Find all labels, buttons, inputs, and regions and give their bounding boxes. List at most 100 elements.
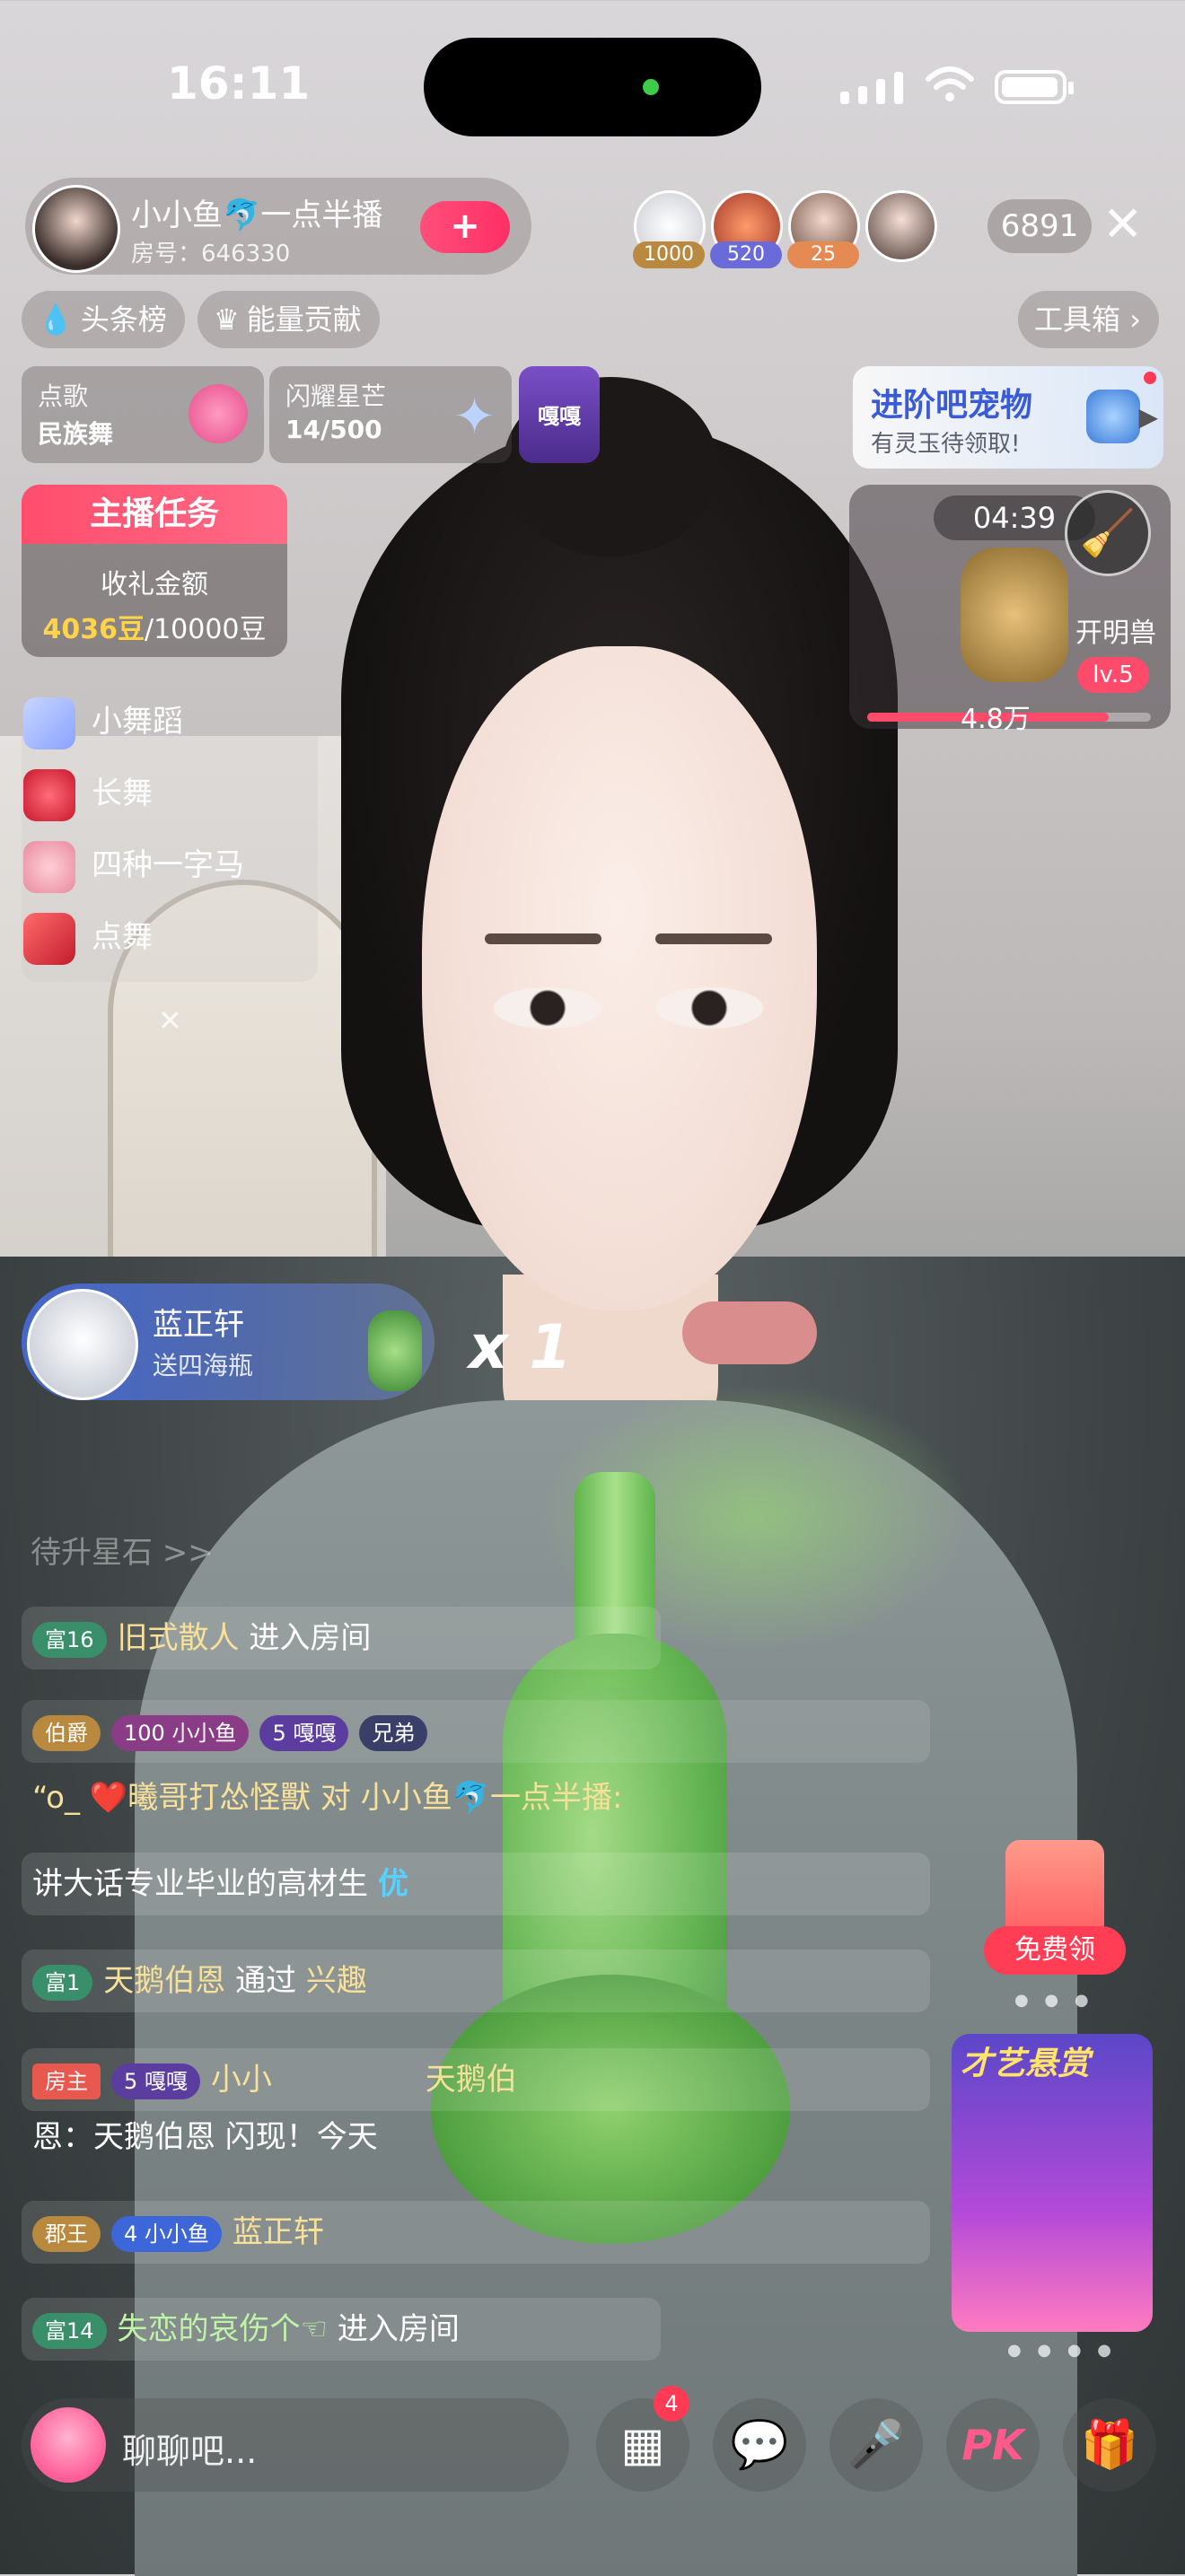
brow-right xyxy=(655,933,772,944)
chat-row-5: 富1 天鹅伯恩 通过 兴趣 xyxy=(22,1950,930,2012)
dance-item-4[interactable]: 点舞 xyxy=(23,912,153,965)
close-icon[interactable]: ✕ xyxy=(1102,197,1143,251)
toolbox-chip[interactable]: 工具箱 › xyxy=(1018,291,1159,348)
energy-contribution-chip[interactable]: ♛ 能量贡献 xyxy=(198,291,380,348)
chat-row-1: 富16 旧式散人 进入房间 xyxy=(22,1607,661,1669)
room-number: 房号：646330 xyxy=(131,241,291,267)
room-owner-badge: 房主 xyxy=(32,2063,101,2099)
dance-item-1[interactable]: 小舞蹈 xyxy=(23,697,183,749)
microphone-button[interactable]: 🎤 xyxy=(830,2398,923,2492)
chat-highlight: 天鹅伯 xyxy=(425,2062,517,2098)
fan-level-badge: 5 嘎嘎 xyxy=(111,2063,200,2099)
song-request-label: 点歌 xyxy=(38,381,89,411)
dynamic-island xyxy=(424,38,761,136)
toolbox-label: 工具箱 xyxy=(1034,302,1121,337)
wifi-icon xyxy=(925,65,975,115)
viewer-avatar-3[interactable]: 25 xyxy=(787,190,860,268)
faded-hint-text[interactable]: 待升星石 >> xyxy=(31,1528,214,1572)
wealth-level-badge: 富16 xyxy=(32,1621,107,1658)
message-button[interactable]: 💬 xyxy=(713,2398,806,2492)
play-arrow-icon: ▶ xyxy=(1138,402,1158,432)
pet-promo-card[interactable]: 进阶吧宠物 有灵玉待领取! ▶ xyxy=(853,366,1163,469)
viewer-badge-1: 1000 xyxy=(633,241,705,268)
song-request-card[interactable]: 点歌 民族舞 xyxy=(22,366,264,463)
host-task-title: 主播任务 xyxy=(22,485,287,544)
dance-item-label: 四种一字马 xyxy=(92,847,244,883)
chat-message-text: 恩：天鹅伯恩 闪现！今天 xyxy=(32,2119,378,2155)
online-count[interactable]: 6891 xyxy=(988,199,1092,253)
fan-level-badge: 100 小小鱼 xyxy=(111,1714,250,1751)
chat-action: 通过 xyxy=(235,1963,297,1999)
chat-row-4: 讲大话专业毕业的高材生 优 xyxy=(22,1853,930,1915)
golden-beast-icon xyxy=(961,548,1068,682)
microphone-icon: 🎤 xyxy=(847,2418,906,2472)
chat-highlight: 兴趣 xyxy=(305,1963,367,1999)
shining-star-label: 闪耀星芒 xyxy=(285,381,387,411)
free-gift-box-icon[interactable] xyxy=(1005,1840,1104,1939)
notification-dot xyxy=(1144,372,1156,384)
wealth-level-badge: 富14 xyxy=(32,2312,107,2349)
chat-row-3: “o_ ❤️曦哥打怂怪獸 对 小小鱼🐬一点半播: xyxy=(22,1766,930,1829)
noble-badge: 伯爵 xyxy=(32,1714,101,1751)
streamer-face xyxy=(422,646,817,1310)
chat-user-name[interactable]: 天鹅伯恩 xyxy=(103,1963,225,1999)
gift-sender-avatar[interactable] xyxy=(27,1289,138,1400)
gift-sender-name: 蓝正轩 xyxy=(153,1307,244,1343)
shrimp-icon xyxy=(23,840,75,893)
pet-promo-subtitle: 有灵玉待领取! xyxy=(871,431,1021,458)
pet-promo-title: 进阶吧宠物 xyxy=(871,387,1033,424)
host-task-progress: 4036豆/10000豆 xyxy=(22,607,287,646)
chat-user-name[interactable]: 旧式散人 xyxy=(118,1620,240,1656)
carousel-dots: ● ● ● xyxy=(1014,1991,1094,2010)
fan-badge-text: 嘎嘎 xyxy=(538,404,581,429)
shining-star-card[interactable]: 闪耀星芒 14/500 ✦ xyxy=(269,366,512,463)
crown-icon: ♛ xyxy=(214,302,240,337)
chat-message-text: 讲大话专业毕业的高材生 xyxy=(32,1866,368,1902)
host-task-panel[interactable]: 主播任务 收礼金额 4036豆/10000豆 xyxy=(22,485,287,657)
chat-row-9: 富14 失恋的哀伤个☜ 进入房间 xyxy=(22,2298,661,2361)
headline-rank-label: 头条榜 xyxy=(80,302,167,337)
chat-user-name[interactable]: 蓝正轩 xyxy=(233,2214,324,2250)
dance-item-2[interactable]: 长舞 xyxy=(23,768,153,821)
collapse-close-icon[interactable]: ✕ xyxy=(158,1003,182,1038)
talent-bounty-title: 才艺悬赏 xyxy=(961,2046,1091,2082)
free-gift-button[interactable]: 免费领 xyxy=(984,1926,1126,1975)
headline-rank-chip[interactable]: 💧 头条榜 xyxy=(22,291,185,348)
brother-badge: 兄弟 xyxy=(359,1714,428,1751)
eye-right xyxy=(655,987,763,1029)
chat-highlight: 优 xyxy=(377,1866,408,1902)
my-avatar[interactable] xyxy=(31,2407,106,2483)
viewer-avatar-2[interactable]: 520 xyxy=(710,190,783,268)
viewer-badge-2: 520 xyxy=(710,241,782,268)
chat-user-name[interactable]: 小小 xyxy=(211,2062,272,2098)
fan-badge-card[interactable]: 嘎嘎 xyxy=(519,366,600,463)
pk-button[interactable]: PK xyxy=(946,2398,1040,2492)
drop-icon: 💧 xyxy=(38,302,74,337)
viewer-avatar-1[interactable]: 1000 xyxy=(633,190,706,268)
beast-value: 4.8万 xyxy=(961,704,1031,735)
chat-row-8: 郡王 4 小小鱼 蓝正轩 xyxy=(22,2201,930,2264)
star-icon: ✦ xyxy=(453,388,496,446)
viewer-avatar-4[interactable] xyxy=(865,190,937,262)
dance-item-label: 小舞蹈 xyxy=(92,704,183,740)
host-task-target: /10000豆 xyxy=(144,614,267,645)
crystal-icon xyxy=(23,697,75,749)
gift-button[interactable]: 🎁 xyxy=(1063,2398,1156,2492)
host-name: 小小鱼🐬一点半播 xyxy=(131,197,383,233)
carousel-dots-2: ● ● ● ● xyxy=(1007,2341,1117,2360)
lollipop-icon xyxy=(189,384,248,443)
chevron-right-icon: › xyxy=(1120,302,1141,337)
song-request-value: 民族舞 xyxy=(38,419,114,449)
host-avatar[interactable] xyxy=(32,185,120,273)
vase-gift-icon xyxy=(368,1310,422,1391)
broom-icon[interactable]: 🧹 xyxy=(1065,490,1151,576)
pet-icon xyxy=(1086,390,1140,443)
battery-icon xyxy=(995,70,1074,104)
beast-level: lv.5 xyxy=(1077,657,1149,693)
dance-item-label: 长舞 xyxy=(92,775,153,811)
wealth-level-badge: 富1 xyxy=(32,1964,93,2001)
chat-user-name[interactable]: 失恋的哀伤个☜ xyxy=(118,2311,328,2347)
follow-button[interactable]: + xyxy=(420,201,510,253)
dance-item-3[interactable]: 四种一字马 xyxy=(23,840,244,893)
chat-message-text: “o_ ❤️曦哥打怂怪獸 对 小小鱼🐬一点半播: xyxy=(32,1780,623,1816)
